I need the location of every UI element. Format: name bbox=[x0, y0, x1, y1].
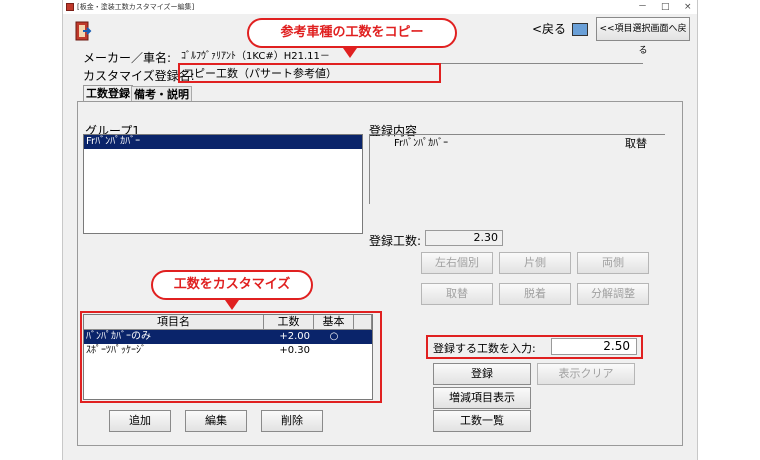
items-table[interactable]: 項目名 工数 基本 ﾊﾞﾝﾊﾟｶﾊﾞｰのみ +2.00 ○ ｽﾎﾟｰﾂﾊﾟｯｹｰ… bbox=[83, 314, 373, 400]
registered-hours-value: 2.30 bbox=[425, 230, 503, 246]
column-header-basic[interactable]: 基本 bbox=[314, 315, 354, 330]
column-header-hours[interactable]: 工数 bbox=[264, 315, 314, 330]
tab-hours-register[interactable]: 工数登録 bbox=[83, 85, 133, 101]
row-hours: +2.00 bbox=[279, 331, 310, 342]
title-bar: [板金・塗装工数カスタマイズー編集] bbox=[63, 0, 697, 14]
left-right-individual-button[interactable]: 左右個別 bbox=[421, 252, 493, 274]
delete-button[interactable]: 削除 bbox=[261, 410, 323, 432]
clear-display-button[interactable]: 表示クリア bbox=[537, 363, 635, 385]
column-header-name[interactable]: 項目名 bbox=[84, 315, 264, 330]
add-button[interactable]: 追加 bbox=[109, 410, 171, 432]
customize-callout: 工数をカスタマイズ bbox=[151, 270, 313, 300]
disassembly-button[interactable]: 分解調整 bbox=[577, 283, 649, 305]
back-button[interactable]: <戻る bbox=[532, 18, 593, 40]
registered-content-box: Frﾊﾞﾝﾊﾟｶﾊﾞｰ 取替 bbox=[369, 134, 665, 204]
monitor-icon bbox=[571, 23, 588, 36]
edit-button[interactable]: 編集 bbox=[185, 410, 247, 432]
app-icon bbox=[66, 3, 74, 11]
maximize-icon[interactable]: □ bbox=[661, 0, 670, 14]
input-hours-label: 登録する工数を入力: bbox=[433, 342, 536, 355]
hours-list-button[interactable]: 工数一覧 bbox=[433, 410, 531, 432]
customize-callout-arrow bbox=[225, 300, 239, 310]
back-label: <戻る bbox=[532, 22, 567, 36]
row-basic: ○ bbox=[329, 331, 339, 342]
maker-value: ｺﾞﾙﾌｳﾞｧﾘｱﾝﾄ（1KC#）H21.11－ bbox=[181, 50, 361, 64]
app-window: [板金・塗装工数カスタマイズー編集] － □ × <戻る <<項目選択画面へ戻る… bbox=[62, 0, 698, 460]
tab-notes[interactable]: 備考・説明 bbox=[131, 86, 192, 101]
customize-highlight bbox=[178, 63, 441, 83]
show-increase-button[interactable]: 増減項目表示 bbox=[433, 387, 531, 409]
row-name: ｽﾎﾟｰﾂﾊﾟｯｹｰｼﾞ bbox=[86, 345, 146, 356]
column-header-extra bbox=[354, 315, 372, 330]
maker-label: メーカー／車名: bbox=[83, 51, 172, 65]
minimize-icon[interactable]: － bbox=[638, 0, 647, 14]
both-sides-button[interactable]: 両側 bbox=[577, 252, 649, 274]
copy-callout-arrow bbox=[343, 48, 357, 58]
input-hours-field[interactable]: 2.50 bbox=[551, 338, 637, 355]
registered-action: 取替 bbox=[625, 137, 647, 150]
item-select-back-button[interactable]: <<項目選択画面へ戻る bbox=[596, 17, 690, 56]
table-row[interactable]: ﾊﾞﾝﾊﾟｶﾊﾞｰのみ +2.00 ○ bbox=[84, 330, 372, 344]
registered-item: Frﾊﾞﾝﾊﾟｶﾊﾞｰ bbox=[394, 138, 449, 149]
one-side-button[interactable]: 片側 bbox=[499, 252, 571, 274]
registered-hours-label: 登録工数: bbox=[369, 234, 422, 248]
table-row[interactable]: ｽﾎﾟｰﾂﾊﾟｯｹｰｼﾞ +0.30 bbox=[84, 344, 372, 358]
row-name: ﾊﾞﾝﾊﾟｶﾊﾞｰのみ bbox=[86, 331, 151, 342]
exit-icon[interactable] bbox=[73, 20, 93, 42]
detach-button[interactable]: 脱着 bbox=[499, 283, 571, 305]
close-icon[interactable]: × bbox=[684, 0, 692, 14]
group-listbox[interactable]: Frﾊﾞﾝﾊﾟｶﾊﾞｰ bbox=[83, 134, 363, 234]
copy-callout: 参考車種の工数をコピー bbox=[247, 18, 457, 48]
group-list-item[interactable]: Frﾊﾞﾝﾊﾟｶﾊﾞｰ bbox=[84, 135, 362, 149]
row-hours: +0.30 bbox=[279, 345, 310, 356]
replace-button[interactable]: 取替 bbox=[421, 283, 493, 305]
register-button[interactable]: 登録 bbox=[433, 363, 531, 385]
